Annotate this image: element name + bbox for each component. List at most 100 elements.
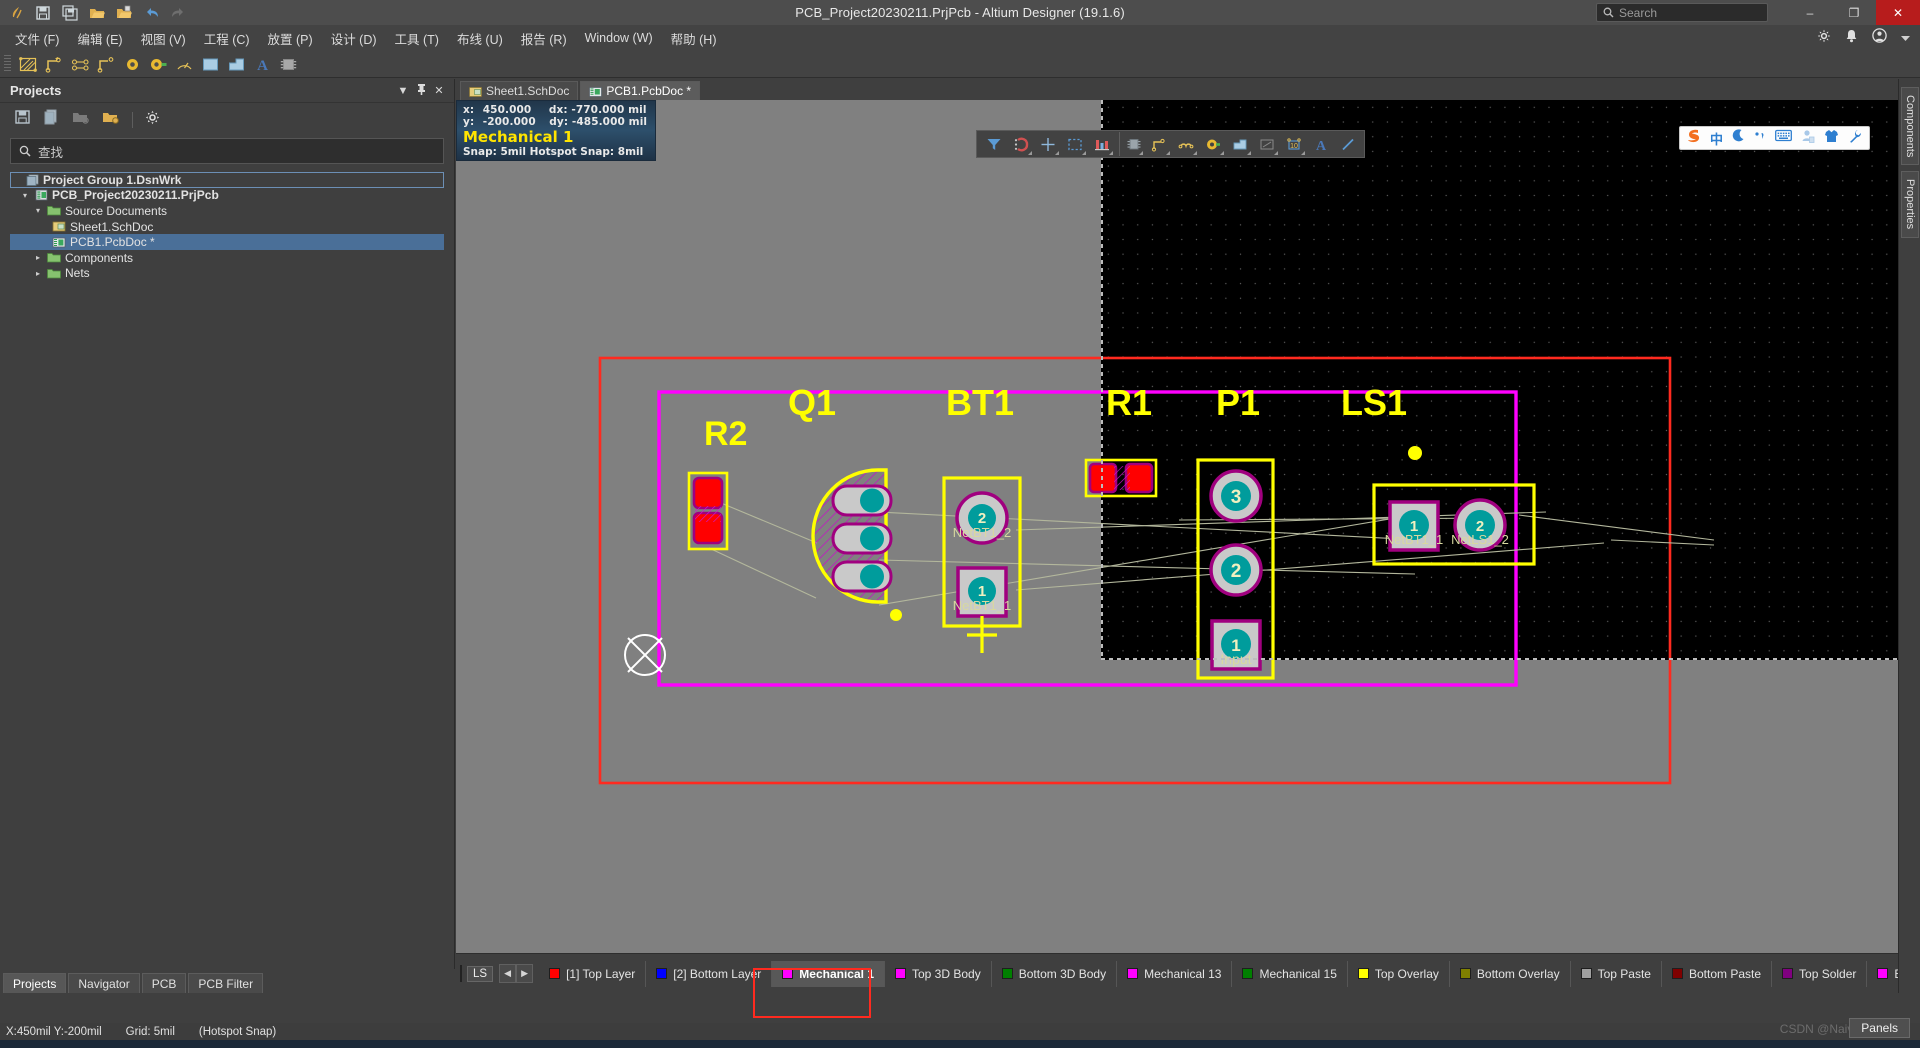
- open-icon[interactable]: [87, 3, 107, 23]
- tree-item-pcb-project[interactable]: ▾ PCB_Project20230211.PrjPcb: [10, 188, 444, 204]
- tree-item-project-group[interactable]: Project Group 1.DsnWrk: [10, 172, 444, 188]
- place-via-icon[interactable]: [121, 53, 144, 75]
- close-button[interactable]: ✕: [1876, 0, 1920, 25]
- toolbar-grip[interactable]: [4, 55, 11, 73]
- layer-tab-top-paste[interactable]: Top Paste: [1571, 960, 1662, 987]
- menu-item-reports[interactable]: 报告 (R): [512, 26, 576, 51]
- bell-icon[interactable]: [1845, 29, 1858, 48]
- menu-item-route[interactable]: 布线 (U): [448, 26, 512, 51]
- layer-tab-bottom-layer[interactable]: [2] Bottom Layer: [646, 960, 773, 987]
- open-folder-icon[interactable]: [72, 109, 90, 130]
- tree-item-source-documents[interactable]: ▾ Source Documents: [10, 203, 444, 219]
- document-tab-pcb1[interactable]: PCB1.PcbDoc *: [580, 81, 701, 100]
- search-input[interactable]: Search: [1596, 3, 1768, 22]
- compile-icon[interactable]: [43, 109, 60, 130]
- layer-next-button[interactable]: ▶: [516, 964, 534, 983]
- tree-twisty[interactable]: ▸: [33, 269, 43, 278]
- project-search-input[interactable]: 查找: [10, 138, 444, 164]
- crosshair-icon[interactable]: [1035, 132, 1060, 156]
- place-route-icon[interactable]: [95, 53, 118, 75]
- tree-twisty[interactable]: ▾: [20, 191, 30, 200]
- place-string-icon[interactable]: A: [251, 53, 274, 75]
- magnet-snap-icon[interactable]: [1008, 132, 1033, 156]
- chevron-down-icon[interactable]: [1901, 29, 1910, 47]
- place-line-icon[interactable]: [1335, 132, 1360, 156]
- tree-item-pcb1-pcbdoc[interactable]: PCB1.PcbDoc *: [10, 234, 444, 250]
- menu-item-file[interactable]: 文件 (F): [6, 26, 68, 51]
- save-icon[interactable]: [14, 109, 31, 130]
- tools-icon[interactable]: [1848, 129, 1862, 148]
- layer-tab-bottom-paste[interactable]: Bottom Paste: [1662, 960, 1773, 987]
- active-layer-swatch[interactable]: [460, 965, 462, 982]
- add-folder-icon[interactable]: [102, 109, 120, 130]
- place-line-icon[interactable]: [69, 53, 92, 75]
- place-polygon-icon[interactable]: [17, 53, 40, 75]
- moon-icon[interactable]: [1732, 128, 1745, 148]
- menu-item-place[interactable]: 放置 (P): [259, 26, 322, 51]
- panels-button[interactable]: Panels: [1849, 1018, 1910, 1038]
- menu-item-design[interactable]: 设计 (D): [322, 26, 386, 51]
- options-gear-icon[interactable]: [145, 110, 160, 130]
- tree-twisty[interactable]: ▾: [33, 206, 43, 215]
- account-icon[interactable]: [1872, 28, 1887, 48]
- place-fill-icon[interactable]: [199, 53, 222, 75]
- comma-icon[interactable]: [1754, 129, 1766, 148]
- place-arc-icon[interactable]: [173, 53, 196, 75]
- tree-twisty[interactable]: ▸: [33, 253, 43, 262]
- place-via-icon[interactable]: [1200, 132, 1225, 156]
- panel-tab-pcb-filter[interactable]: PCB Filter: [188, 973, 264, 993]
- place-fill-icon[interactable]: [1227, 132, 1252, 156]
- layer-tab-bottom-solder[interactable]: Bottom Solder: [1867, 961, 1898, 987]
- tree-item-components[interactable]: ▸ Components: [10, 250, 444, 266]
- save-icon[interactable]: [33, 3, 53, 23]
- skin-icon[interactable]: [1824, 129, 1839, 148]
- layer-tab-bottom-overlay[interactable]: Bottom Overlay: [1450, 960, 1571, 987]
- layer-tab-bottom-3d-body[interactable]: Bottom 3D Body: [992, 960, 1118, 987]
- sogou-ime-toolbar[interactable]: 中: [1678, 126, 1870, 150]
- chinese-mode-icon[interactable]: 中: [1710, 129, 1723, 148]
- dock-tab-properties[interactable]: Properties: [1901, 171, 1919, 238]
- panel-tab-projects[interactable]: Projects: [3, 973, 67, 993]
- menu-item-tools[interactable]: 工具 (T): [386, 26, 448, 51]
- layer-tab-top-solder[interactable]: Top Solder: [1772, 960, 1868, 987]
- select-area-icon[interactable]: [1062, 132, 1087, 156]
- altium-logo-icon[interactable]: [6, 3, 26, 23]
- layer-prev-button[interactable]: ◀: [499, 964, 517, 983]
- layer-tab-mechanical-1[interactable]: Mechanical 1: [772, 960, 885, 987]
- menu-item-window[interactable]: Window (W): [576, 28, 662, 48]
- menu-item-project[interactable]: 工程 (C): [195, 26, 259, 51]
- layer-tab-mechanical-15[interactable]: Mechanical 15: [1232, 960, 1348, 987]
- place-pad-icon[interactable]: [147, 53, 170, 75]
- active-layer-abbrev[interactable]: LS: [467, 965, 494, 982]
- filter-icon[interactable]: [981, 132, 1006, 156]
- place-arc-icon[interactable]: [1173, 132, 1198, 156]
- menu-item-view[interactable]: 视图 (V): [132, 26, 195, 51]
- user-icon[interactable]: [1801, 129, 1815, 148]
- pin-icon[interactable]: [412, 83, 430, 98]
- tree-item-nets[interactable]: ▸ Nets: [10, 266, 444, 282]
- layer-stack-icon[interactable]: [1089, 132, 1114, 156]
- place-component-icon[interactable]: [277, 53, 300, 75]
- keyboard-icon[interactable]: [1775, 129, 1792, 147]
- chevron-down-icon[interactable]: ▼: [394, 85, 412, 97]
- place-region-icon[interactable]: [225, 53, 248, 75]
- document-tab-sheet1[interactable]: Sheet1.SchDoc: [460, 81, 579, 100]
- layer-tab-top-overlay[interactable]: Top Overlay: [1348, 960, 1450, 987]
- place-track-icon[interactable]: [43, 53, 66, 75]
- sogou-logo-icon[interactable]: [1687, 128, 1701, 149]
- panel-tab-navigator[interactable]: Navigator: [68, 973, 140, 993]
- place-dimension-icon[interactable]: [1254, 132, 1279, 156]
- close-icon[interactable]: ✕: [430, 84, 448, 97]
- open-project-icon[interactable]: [114, 3, 134, 23]
- panel-tab-pcb[interactable]: PCB: [141, 973, 187, 993]
- minimize-button[interactable]: –: [1788, 0, 1832, 25]
- menu-item-help[interactable]: 帮助 (H): [662, 26, 726, 51]
- place-track-icon[interactable]: [1146, 132, 1171, 156]
- undo-icon[interactable]: [141, 3, 161, 23]
- dock-tab-components[interactable]: Components: [1901, 87, 1919, 166]
- tree-item-sheet1-schdoc[interactable]: Sheet1.SchDoc: [10, 219, 444, 235]
- place-string-icon[interactable]: A: [1308, 132, 1333, 156]
- place-coordinate-icon[interactable]: 10: [1281, 132, 1306, 156]
- save-all-icon[interactable]: [60, 3, 80, 23]
- place-component-icon[interactable]: [1119, 132, 1144, 156]
